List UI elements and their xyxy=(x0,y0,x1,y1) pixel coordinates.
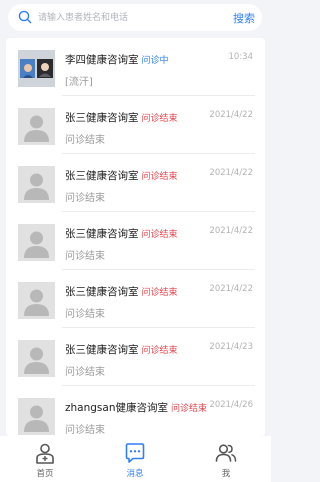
consult-room-name: 张三健康咨询室 xyxy=(65,344,139,356)
tab-bar: 首页 消息 我 xyxy=(0,436,271,482)
conversation-title: 李四健康咨询室 问诊中 xyxy=(65,52,169,67)
consult-room-name: zhangsan健康咨询室 xyxy=(65,402,168,414)
default-avatar-icon xyxy=(18,282,55,319)
timestamp: 2021/4/26 xyxy=(209,400,253,410)
message-preview: 问诊结束 xyxy=(65,193,105,204)
timestamp: 2021/4/22 xyxy=(209,168,253,178)
status-badge: 问诊结束 xyxy=(141,172,178,182)
message-preview: 问诊结束 xyxy=(65,367,105,378)
message-preview: [流汗] xyxy=(65,77,93,88)
conversation-row[interactable]: 张三健康咨询室 问诊结束 2021/4/22 问诊结束 xyxy=(6,96,265,154)
timestamp: 2021/4/23 xyxy=(209,342,253,352)
timestamp: 2021/4/22 xyxy=(209,226,253,236)
status-badge: 问诊结束 xyxy=(141,114,178,124)
status-badge: 问诊结束 xyxy=(141,346,178,356)
default-avatar-icon xyxy=(18,224,55,261)
conversation-title: zhangsan健康咨询室 问诊结束 xyxy=(65,400,207,415)
default-avatar-icon xyxy=(18,398,55,435)
status-badge: 问诊结束 xyxy=(170,404,207,414)
tab-label: 我 xyxy=(221,469,231,479)
tab-profile[interactable]: 我 xyxy=(181,436,271,482)
conversation-row[interactable]: 李四健康咨询室 问诊中 10:34 [流汗] xyxy=(6,38,265,96)
tab-messages[interactable]: 消息 xyxy=(90,436,180,482)
conversation-list: 李四健康咨询室 问诊中 10:34 [流汗] 张三健康咨询室 问诊结束 2021/4… xyxy=(6,38,265,436)
timestamp: 2021/4/22 xyxy=(209,284,253,294)
search-button[interactable]: 搜索 xyxy=(233,10,255,26)
conversation-row[interactable]: 张三健康咨询室 问诊结束 2021/4/22 问诊结束 xyxy=(6,154,265,212)
doctor-icon xyxy=(36,443,54,464)
tab-label: 消息 xyxy=(126,469,144,479)
status-badge: 问诊中 xyxy=(141,56,169,66)
message-preview: 问诊结束 xyxy=(65,309,105,320)
search-box[interactable]: 搜索 xyxy=(8,4,262,31)
message-preview: 问诊结束 xyxy=(65,425,105,436)
conversation-title: 张三健康咨询室 问诊结束 xyxy=(65,342,178,357)
conversation-title: 张三健康咨询室 问诊结束 xyxy=(65,110,178,125)
search-input[interactable] xyxy=(38,4,218,31)
tab-label: 首页 xyxy=(36,469,54,479)
status-badge: 问诊结束 xyxy=(141,288,178,298)
consult-room-name: 张三健康咨询室 xyxy=(65,170,139,182)
conversation-row[interactable]: zhangsan健康咨询室 问诊结束 2021/4/26 问诊结束 xyxy=(6,386,265,436)
conversation-title: 张三健康咨询室 问诊结束 xyxy=(65,168,178,183)
timestamp: 2021/4/22 xyxy=(209,110,253,120)
conversation-title: 张三健康咨询室 问诊结束 xyxy=(65,284,178,299)
message-preview: 问诊结束 xyxy=(65,135,105,146)
consult-room-name: 李四健康咨询室 xyxy=(65,54,139,66)
consult-room-name: 张三健康咨询室 xyxy=(65,228,139,240)
search-bar: 搜索 xyxy=(0,0,271,38)
consult-room-name: 张三健康咨询室 xyxy=(65,112,139,124)
conversation-row[interactable]: 张三健康咨询室 问诊结束 2021/4/23 问诊结束 xyxy=(6,328,265,386)
conversation-row[interactable]: 张三健康咨询室 问诊结束 2021/4/22 问诊结束 xyxy=(6,270,265,328)
default-avatar-icon xyxy=(18,340,55,377)
default-avatar-icon xyxy=(18,108,55,145)
profile-icon xyxy=(215,444,237,462)
search-icon xyxy=(18,10,32,24)
consult-room-name: 张三健康咨询室 xyxy=(65,286,139,298)
message-icon xyxy=(125,443,145,463)
default-avatar-icon xyxy=(18,166,55,203)
tab-home[interactable]: 首页 xyxy=(0,436,90,482)
avatar xyxy=(18,50,55,87)
conversation-row[interactable]: 张三健康咨询室 问诊结束 2021/4/22 问诊结束 xyxy=(6,212,265,270)
timestamp: 10:34 xyxy=(228,52,254,62)
status-badge: 问诊结束 xyxy=(141,230,178,240)
message-preview: 问诊结束 xyxy=(65,251,105,262)
conversation-title: 张三健康咨询室 问诊结束 xyxy=(65,226,178,241)
